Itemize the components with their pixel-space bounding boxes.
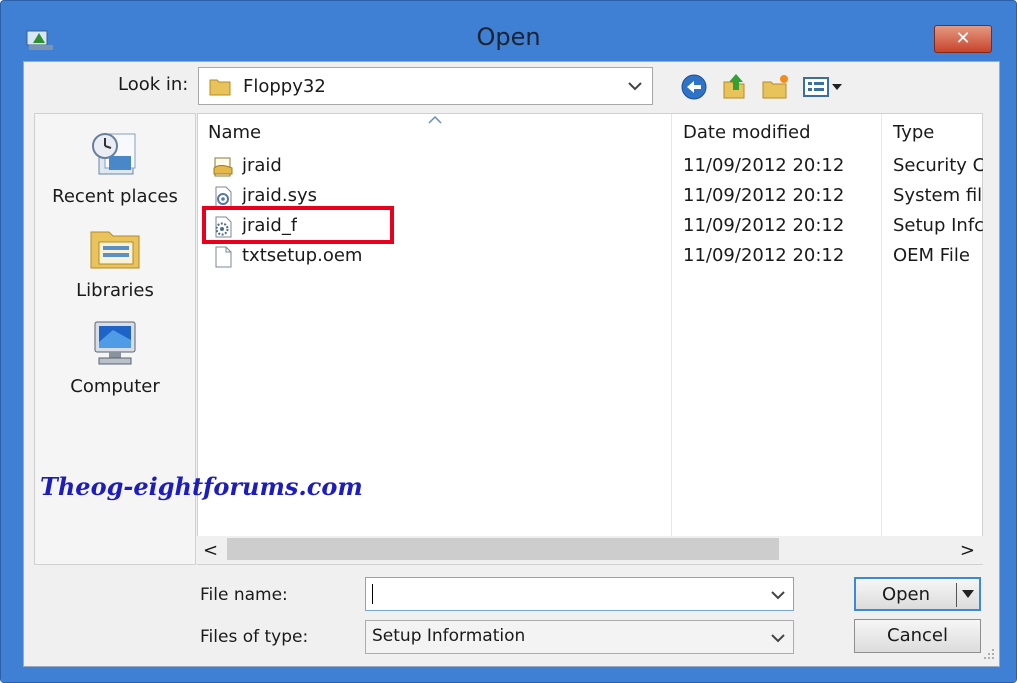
file-name: jraid: [242, 155, 282, 176]
file-date: 11/09/2012 20:12: [683, 245, 845, 266]
scrollbar-thumb[interactable]: [227, 538, 779, 560]
file-name: txtsetup.oem: [242, 245, 363, 266]
file-type-select[interactable]: Setup Information: [365, 620, 794, 654]
window-title: Open: [476, 23, 541, 51]
cancel-button[interactable]: Cancel: [854, 619, 981, 653]
dropdown-arrow-icon[interactable]: [962, 590, 974, 598]
sort-ascending-icon: [428, 116, 442, 124]
resize-grip-icon[interactable]: [983, 648, 995, 660]
system-file-icon: [215, 186, 232, 208]
look-in-value: Floppy32: [243, 76, 326, 97]
close-button[interactable]: ✕: [934, 25, 992, 53]
new-folder-icon[interactable]: [760, 72, 790, 102]
place-libraries[interactable]: Libraries: [35, 220, 195, 301]
security-catalog-icon: [213, 157, 233, 177]
chevron-down-icon[interactable]: [769, 629, 787, 647]
look-in-label: Look in:: [118, 74, 189, 95]
file-type: Security C: [893, 155, 983, 176]
file-name-field[interactable]: [365, 577, 794, 611]
file-type-label: Files of type:: [200, 627, 309, 647]
chevron-down-icon[interactable]: [769, 586, 787, 604]
blank-file-icon: [215, 246, 232, 268]
look-in-combo[interactable]: Floppy32: [198, 67, 653, 105]
view-menu-icon[interactable]: [802, 72, 844, 102]
file-date: 11/09/2012 20:12: [683, 155, 845, 176]
column-header-date[interactable]: Date modified: [683, 122, 811, 143]
split-divider: [956, 583, 957, 607]
open-button[interactable]: Open: [854, 577, 981, 611]
open-button-label: Open: [881, 584, 931, 605]
file-name-label: File name:: [200, 585, 288, 605]
scroll-left-arrow[interactable]: <: [203, 540, 218, 561]
place-recent-places[interactable]: Recent places: [35, 126, 195, 207]
folder-icon: [209, 79, 231, 96]
place-computer[interactable]: Computer: [35, 316, 195, 397]
file-type: System fil: [893, 185, 983, 206]
watermark: Theog-eightforums.com: [40, 472, 363, 501]
scroll-right-arrow[interactable]: >: [960, 540, 975, 561]
horizontal-scrollbar[interactable]: < >: [197, 536, 983, 564]
file-row[interactable]: jraid 11/09/2012 20:12 Security C: [198, 152, 984, 182]
file-type: OEM File: [893, 245, 970, 266]
title-bar[interactable]: Open ✕: [1, 1, 1016, 61]
libraries-icon: [90, 231, 140, 269]
chevron-down-icon[interactable]: [626, 77, 644, 95]
file-type: Setup Infc: [893, 215, 983, 236]
place-label: Libraries: [76, 280, 154, 301]
place-label: Recent places: [52, 186, 178, 207]
file-date: 11/09/2012 20:12: [683, 185, 845, 206]
highlight-box: [202, 206, 394, 244]
column-header-name[interactable]: Name: [208, 122, 261, 143]
recent-places-icon: [92, 133, 136, 175]
file-date: 11/09/2012 20:12: [683, 215, 845, 236]
file-row[interactable]: txtsetup.oem 11/09/2012 20:12 OEM File: [198, 242, 984, 272]
file-type-value: Setup Information: [372, 626, 526, 646]
frame-bottom: [1, 667, 1016, 682]
up-folder-icon[interactable]: [720, 72, 748, 102]
column-header-type[interactable]: Type: [893, 122, 934, 143]
place-label: Computer: [70, 376, 160, 397]
file-name: jraid.sys: [242, 185, 317, 206]
back-icon[interactable]: [680, 72, 708, 102]
text-cursor: [372, 584, 373, 604]
computer-icon: [94, 321, 136, 365]
